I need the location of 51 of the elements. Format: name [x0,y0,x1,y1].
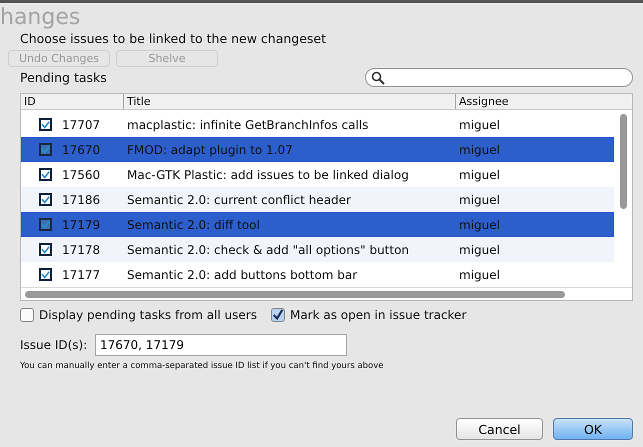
table-cell-text: miguel [458,168,501,182]
table-cell-text: miguel [458,192,501,206]
table-cell-text: miguel [458,242,501,256]
background-title: hanges [0,5,82,30]
ok-button[interactable]: OK [553,418,633,440]
cancel-button[interactable]: Cancel [456,418,543,440]
row-checkbox[interactable] [39,143,52,156]
table-cell-text: miguel [458,218,501,232]
search-field[interactable] [365,68,633,87]
table-cell: 17177 [62,268,100,282]
task-row[interactable]: 17560 Mac-GTK Plastic: add issues to be linked dialog miguel [21,162,614,187]
column-header[interactable]: Assignee [456,94,632,109]
search-icon [371,70,385,84]
table-cell-text: Semantic 2.0: current conflict header [126,192,352,206]
option-checkbox[interactable] [270,308,285,322]
table-cell-text: macplastic: infinite GetBranchInfos calls [126,118,370,132]
table-cell-text: Semantic 2.0: diff tool [126,218,261,232]
option-label: Mark as open in issue tracker [290,308,466,322]
table-cell: 17670 [62,142,100,156]
row-checkbox[interactable] [39,243,52,256]
section-label: Pending tasks [20,70,107,85]
option-checkbox[interactable] [20,308,34,322]
table-cell-text: Mac-GTK Plastic: add issues to be linked dialog [126,168,410,182]
table-cell-text: miguel [458,118,501,132]
table-cell-text: miguel [458,142,501,156]
table-cell: 17186 [62,192,100,206]
table-cell: 17560 [62,168,100,182]
hint-text: You can manually enter a comma-separated issue ID list if you can't find yours above [20,361,385,371]
row-checkbox[interactable] [39,168,52,181]
option-label: Display pending tasks from all users [39,308,257,322]
column-header[interactable]: Title [124,94,456,109]
row-checkbox[interactable] [39,268,52,281]
table-cell-text: Semantic 2.0: add buttons bottom bar [126,268,358,282]
table-cell: 17178 [62,242,100,256]
issue-ids-field[interactable]: 17670, 17179 [95,334,347,356]
table-cell: 17707 [62,118,100,132]
table-cell-text: FMOD: adapt plugin to 1.07 [126,142,294,156]
table-cell-text: miguel [458,268,501,282]
row-checkbox[interactable] [39,218,52,231]
task-row[interactable]: 17177 Semantic 2.0: add buttons bottom bar miguel [21,262,614,287]
table-cell: 17179 [62,218,100,232]
row-checkbox[interactable] [39,118,52,131]
dialog-heading: Choose issues to be linked to the new changeset [20,31,328,46]
table-cell-text: Semantic 2.0: check & add "all options" button [126,242,410,256]
task-row[interactable]: 17186 Semantic 2.0: current conflict header miguel [21,187,614,212]
row-checkbox[interactable] [39,193,52,206]
column-header[interactable]: ID [21,94,124,109]
task-row[interactable]: 17178 Semantic 2.0: check & add "all options" button miguel [21,237,614,262]
task-row[interactable]: 17707 macplastic: infinite GetBranchInfos calls miguel [21,112,614,137]
horizontal-scrollbar[interactable] [21,287,632,300]
issue-ids-label: Issue ID(s): [20,338,88,352]
